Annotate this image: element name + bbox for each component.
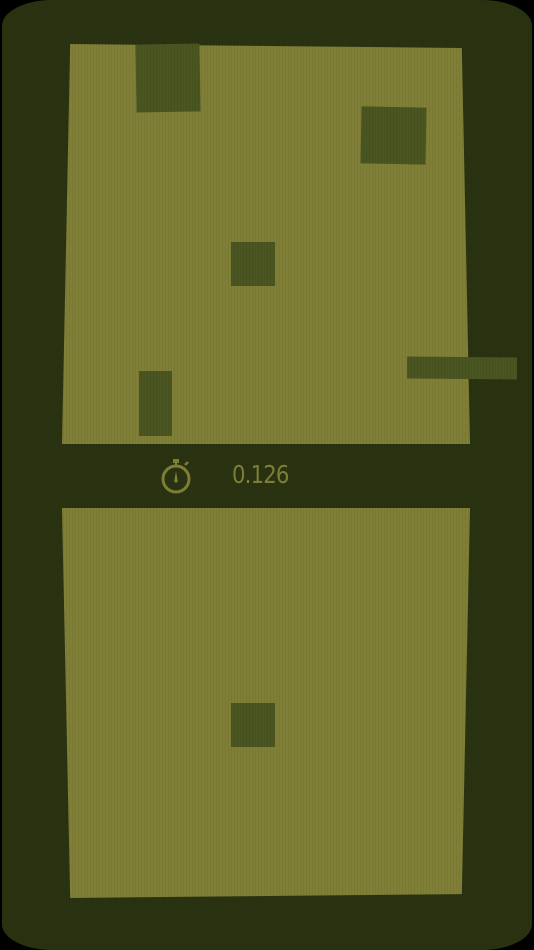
player-block[interactable] (231, 703, 275, 747)
enemy-block (135, 43, 201, 113)
enemy-block (406, 356, 518, 380)
timer-value: 0.126 (232, 460, 289, 489)
enemy-block (139, 371, 172, 436)
timer-bar: 0.126 (62, 444, 470, 508)
game-screen: 0.126 (0, 0, 534, 950)
enemy-block (360, 106, 427, 165)
enemy-block (231, 242, 275, 286)
stopwatch-icon (158, 458, 194, 494)
